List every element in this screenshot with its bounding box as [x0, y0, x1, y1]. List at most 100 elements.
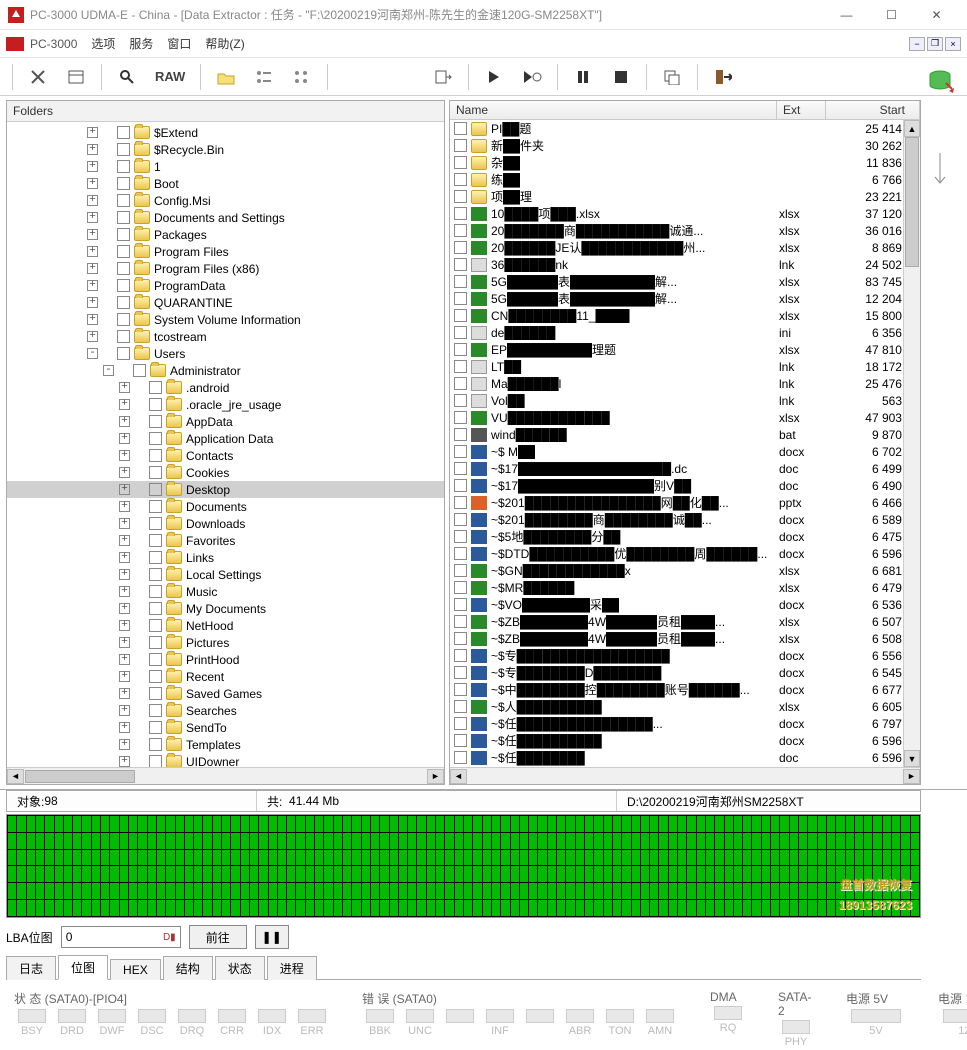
tree-checkbox[interactable] [149, 517, 162, 530]
menu-service[interactable]: 服务 [129, 35, 153, 52]
expander-icon[interactable]: + [119, 586, 130, 597]
file-checkbox[interactable] [454, 649, 467, 662]
tool-copy[interactable] [655, 62, 689, 92]
expander-icon[interactable]: + [119, 722, 130, 733]
tree-item[interactable]: -Administrator [7, 362, 444, 379]
side-arrow-icon[interactable] [921, 156, 959, 186]
file-row[interactable]: PI██题25 414 5 [450, 120, 920, 137]
expander-icon[interactable]: + [119, 467, 130, 478]
tree-item[interactable]: +$Extend [7, 124, 444, 141]
file-row[interactable]: ~$ZB████████4W██████员租████...xlsx6 508 4 [450, 630, 920, 647]
file-checkbox[interactable] [454, 326, 467, 339]
file-checkbox[interactable] [454, 496, 467, 509]
tree-checkbox[interactable] [117, 228, 130, 241]
file-checkbox[interactable] [454, 479, 467, 492]
tree-item[interactable]: +Favorites [7, 532, 444, 549]
expander-icon[interactable]: + [87, 229, 98, 240]
expander-icon[interactable]: + [87, 195, 98, 206]
close-button[interactable]: ✕ [914, 1, 959, 29]
expander-icon[interactable]: + [119, 552, 130, 563]
tree-checkbox[interactable] [117, 313, 130, 326]
tree-checkbox[interactable] [149, 466, 162, 479]
file-row[interactable]: ~$17████████████████别V██doc6 490 1 [450, 477, 920, 494]
expander-icon[interactable]: + [87, 246, 98, 257]
tree-checkbox[interactable] [149, 568, 162, 581]
tree-item[interactable]: +Documents [7, 498, 444, 515]
file-row[interactable]: 20██████JE认████████████州...xlsx8 869 2 [450, 239, 920, 256]
col-name[interactable]: Name [450, 101, 777, 119]
tree-item[interactable]: +PrintHood [7, 651, 444, 668]
expander-icon[interactable]: + [119, 705, 130, 716]
lba-input[interactable]: 0 D▮ [61, 926, 181, 948]
file-checkbox[interactable] [454, 377, 467, 390]
file-checkbox[interactable] [454, 581, 467, 594]
file-checkbox[interactable] [454, 207, 467, 220]
lba-go-button[interactable]: 前往 [189, 925, 247, 949]
tree-checkbox[interactable] [149, 670, 162, 683]
minimize-button[interactable]: — [824, 1, 869, 29]
file-checkbox[interactable] [454, 275, 467, 288]
file-hscrollbar[interactable]: ◄ ► [450, 767, 920, 784]
tree-item[interactable]: +Desktop [7, 481, 444, 498]
col-ext[interactable]: Ext [777, 101, 826, 119]
expander-icon[interactable]: + [119, 569, 130, 580]
file-checkbox[interactable] [454, 683, 467, 696]
file-checkbox[interactable] [454, 394, 467, 407]
tree-checkbox[interactable] [149, 381, 162, 394]
file-row[interactable]: ~$专██████████████████docx6 556 7 [450, 647, 920, 664]
tool-settings[interactable] [21, 62, 55, 92]
tool-stop[interactable] [604, 62, 638, 92]
file-row[interactable]: ~$GN████████████xxlsx6 681 3 [450, 562, 920, 579]
tree-checkbox[interactable] [117, 194, 130, 207]
tree-item[interactable]: +Music [7, 583, 444, 600]
file-checkbox[interactable] [454, 241, 467, 254]
expander-icon[interactable]: + [87, 314, 98, 325]
tree-item[interactable]: +Templates [7, 736, 444, 753]
tree-checkbox[interactable] [149, 738, 162, 751]
file-row[interactable]: wind██████bat9 870 5 [450, 426, 920, 443]
scroll-left-icon[interactable]: ◄ [7, 769, 24, 784]
file-row[interactable]: Vol██lnk563 7 [450, 392, 920, 409]
tree-item[interactable]: +tcostream [7, 328, 444, 345]
file-checkbox[interactable] [454, 428, 467, 441]
tree-checkbox[interactable] [149, 551, 162, 564]
tree-item[interactable]: +Cookies [7, 464, 444, 481]
tab-HEX[interactable]: HEX [110, 959, 161, 980]
col-start[interactable]: Start [826, 101, 920, 119]
scroll-down-icon[interactable]: ▼ [904, 750, 920, 767]
file-checkbox[interactable] [454, 564, 467, 577]
file-checkbox[interactable] [454, 666, 467, 679]
tree-item[interactable]: +QUARANTINE [7, 294, 444, 311]
tree-item[interactable]: +Searches [7, 702, 444, 719]
expander-icon[interactable]: + [87, 263, 98, 274]
expander-icon[interactable]: + [87, 280, 98, 291]
tree-checkbox[interactable] [117, 160, 130, 173]
file-row[interactable]: ~$专████████D████████docx6 545 0 [450, 664, 920, 681]
vscroll-thumb[interactable] [905, 137, 919, 267]
expander-icon[interactable]: + [119, 450, 130, 461]
tab-状态[interactable]: 状态 [215, 956, 265, 980]
tool-list1[interactable] [247, 62, 281, 92]
scroll-up-icon[interactable]: ▲ [904, 120, 920, 137]
tree-checkbox[interactable] [117, 330, 130, 343]
mdi-restore[interactable]: ❐ [927, 37, 943, 51]
tree-checkbox[interactable] [149, 619, 162, 632]
tree-item[interactable]: +UIDowner [7, 753, 444, 767]
tree-checkbox[interactable] [149, 415, 162, 428]
tab-进程[interactable]: 进程 [267, 956, 317, 980]
tree-item[interactable]: +Application Data [7, 430, 444, 447]
tree-item[interactable]: +Config.Msi [7, 192, 444, 209]
file-row[interactable]: ~$17██████████████████.dcdoc6 499 3 [450, 460, 920, 477]
tree-checkbox[interactable] [149, 585, 162, 598]
tree-checkbox[interactable] [117, 262, 130, 275]
expander-icon[interactable]: + [119, 518, 130, 529]
tool-play[interactable] [477, 62, 511, 92]
tree-item[interactable]: +Program Files (x86) [7, 260, 444, 277]
mdi-close[interactable]: × [945, 37, 961, 51]
file-row[interactable]: Ma██████llnk25 476 8 [450, 375, 920, 392]
file-row[interactable]: ~$201████████████████网██化██...pptx6 466 … [450, 494, 920, 511]
tree-checkbox[interactable] [149, 721, 162, 734]
tree-item[interactable]: +Saved Games [7, 685, 444, 702]
file-row[interactable]: ~$任████████████████...docx6 797 8 [450, 715, 920, 732]
tree-item[interactable]: +Boot [7, 175, 444, 192]
